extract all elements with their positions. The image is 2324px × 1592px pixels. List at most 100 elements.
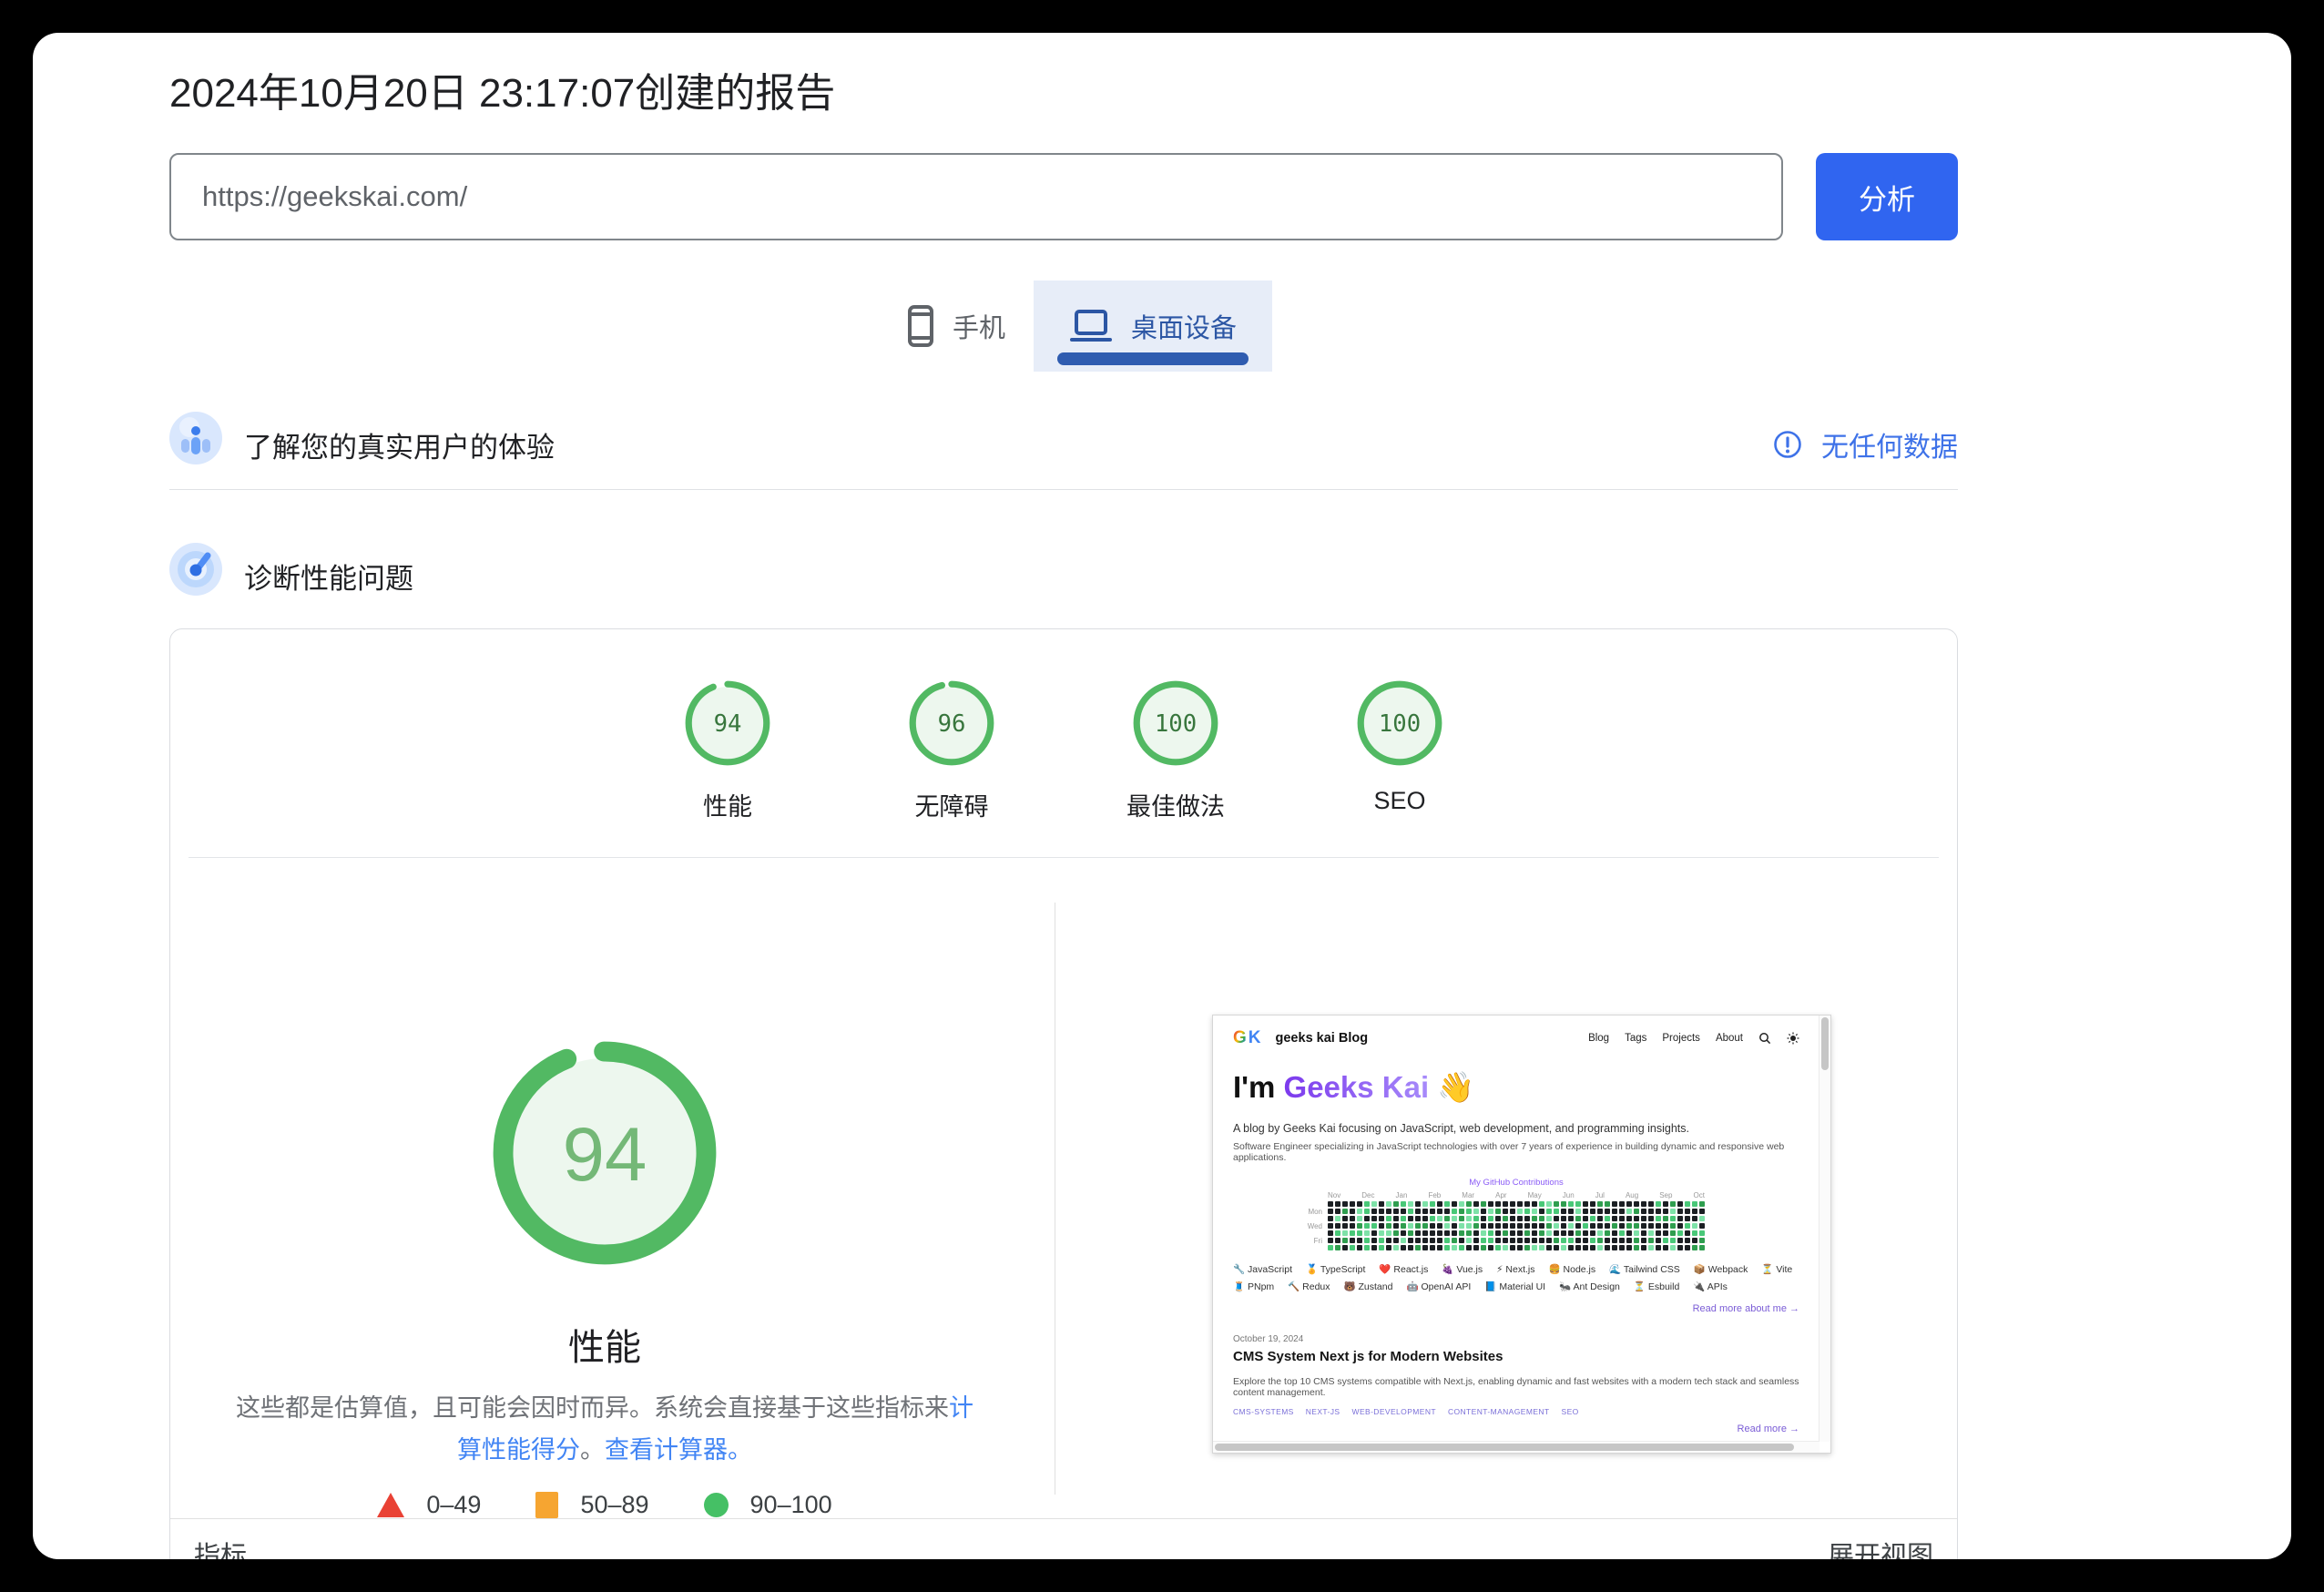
expand-view-button[interactable]: 展开视图 — [1828, 1535, 1933, 1559]
site-nav-item: Projects — [1662, 1033, 1700, 1044]
tech-badge: 🍇 Vue.js — [1442, 1264, 1483, 1275]
svg-text:100: 100 — [1155, 710, 1197, 738]
tech-badge: 🌊 Tailwind CSS — [1609, 1264, 1680, 1275]
hero-intro-1: A blog by Geeks Kai focusing on JavaScri… — [1233, 1122, 1689, 1135]
tech-badge: 🔨 Redux — [1288, 1281, 1330, 1292]
hero-intro-2: Software Engineer specializing in JavaSc… — [1233, 1141, 1785, 1163]
tech-badge: ❤️ React.js — [1379, 1264, 1429, 1275]
thumb-horizontal-scrollbar-thumb — [1215, 1444, 1794, 1451]
section-divider — [169, 489, 1958, 490]
read-more-link: Read more → — [1737, 1424, 1799, 1434]
tech-badge: 🔧 JavaScript — [1233, 1264, 1293, 1275]
legend-square-marker — [535, 1492, 559, 1518]
site-search-icon — [1759, 1033, 1771, 1045]
disclaimer-text: 这些都是估算值，且可能会因时而异。系统会直接基于这些指标来 — [236, 1394, 949, 1422]
site-theme-icon — [1787, 1032, 1799, 1045]
heatmap-day: Wed — [1307, 1222, 1322, 1230]
contributions-heatmap: Nov Dec Jan Feb Mar Apr May Jun Jul Aug Sep Oct Mon… — [1300, 1191, 1707, 1250]
calculator-link[interactable]: 查看计算器。 — [605, 1436, 752, 1464]
score-circle: 94 — [684, 679, 771, 767]
legend-range-label: 90–100 — [749, 1491, 832, 1518]
no-data-label: 无任何数据 — [1821, 433, 1958, 463]
tab-mobile-label: 手机 — [952, 314, 1005, 343]
heatmap-month: Aug — [1625, 1191, 1639, 1199]
tech-badges-row-2: 🧵 PNpm 🔨 Redux 🐻 Zustand 🤖 OpenAI API 📘 Mate… — [1233, 1281, 1799, 1292]
metrics-section-label: 指标 — [194, 1542, 248, 1559]
heatmap-month: Sep — [1659, 1191, 1673, 1199]
svg-text:96: 96 — [938, 710, 966, 738]
svg-text:94: 94 — [714, 710, 742, 738]
heatmap-month: Dec — [1361, 1191, 1375, 1199]
post-title: CMS System Next js for Modern Websites — [1233, 1349, 1503, 1364]
legend-circle-marker — [703, 1493, 729, 1517]
score-label: 最佳做法 — [1126, 793, 1225, 821]
legend-item-circle: 90–100 — [703, 1491, 832, 1519]
score-summary-row: 94 性能 96 无障碍 100 最佳做法 100 SEO — [170, 679, 1957, 822]
site-logo: GK — [1233, 1028, 1261, 1047]
real-users-icon — [169, 412, 222, 464]
tech-badge: ⏳ Esbuild — [1633, 1281, 1680, 1292]
section-title-real-users: 了解您的真实用户的体验 — [244, 432, 555, 464]
thumb-vertical-scrollbar — [1819, 1015, 1830, 1442]
post-tags: CMS-SYSTEMS NEXT-JS WEB-DEVELOPMENT CONTENT… — [1233, 1407, 1799, 1416]
info-icon — [1774, 431, 1801, 458]
heatmap-month: Jan — [1395, 1191, 1408, 1199]
thumbnail-content: GK geeks kai Blog Blog Tags Projects About … — [1213, 1015, 1830, 1450]
legend-range-label: 50–89 — [580, 1491, 649, 1518]
tech-badge: 🤖 OpenAI API — [1406, 1281, 1472, 1292]
tech-badge: 🍔 Node.js — [1548, 1264, 1596, 1275]
post-tag: CONTENT-MANAGEMENT — [1447, 1407, 1550, 1416]
url-input[interactable] — [169, 153, 1783, 240]
score-item-2[interactable]: 100 最佳做法 — [1126, 679, 1225, 822]
tab-mobile[interactable]: 手机 — [879, 281, 1034, 372]
score-item-3[interactable]: 100 SEO — [1356, 679, 1443, 822]
laptop-icon — [1069, 310, 1112, 342]
pagespeed-report-page: 2024年10月20日 23:17:07创建的报告 分析 手机 桌面设备 — [33, 33, 2291, 1559]
svg-text:100: 100 — [1379, 710, 1421, 738]
site-nav: Blog Tags Projects About — [1588, 1032, 1799, 1045]
score-circle: 96 — [908, 679, 995, 767]
heatmap-month: Jul — [1595, 1191, 1605, 1199]
tab-selected-indicator — [1057, 352, 1249, 365]
performance-gauge: 94 — [491, 1039, 719, 1267]
score-ring: 94 — [493, 1041, 717, 1265]
post-excerpt: Explore the top 10 CMS systems compatibl… — [1233, 1376, 1799, 1398]
lighthouse-report-card: 94 性能 96 无障碍 100 最佳做法 100 SEO 94 性能 这些都是… — [169, 628, 1958, 1559]
tab-desktop-label: 桌面设备 — [1130, 314, 1237, 343]
metrics-divider — [170, 1518, 1957, 1519]
card-divider — [189, 857, 1939, 858]
read-more-about-link: Read more about me → — [1692, 1303, 1799, 1314]
tech-badges-row-1: 🔧 JavaScript 🏅 TypeScript ❤️ React.js 🍇 Vue… — [1233, 1263, 1799, 1275]
heatmap-day: Mon — [1308, 1208, 1322, 1216]
heatmap-month: May — [1527, 1191, 1542, 1199]
heatmap-grid — [1328, 1201, 1705, 1250]
wave-emoji: 👋 — [1437, 1070, 1475, 1104]
tech-badge: ⚡ Next.js — [1496, 1264, 1535, 1275]
tech-badge: 📦 Webpack — [1693, 1264, 1748, 1275]
hero-heading: I'm Geeks Kai 👋 — [1233, 1070, 1475, 1104]
score-circle: 100 — [1356, 679, 1443, 767]
diagnose-gauge-icon — [169, 543, 222, 596]
score-ring: 96 — [909, 680, 994, 766]
thumb-horizontal-scrollbar — [1213, 1441, 1819, 1453]
site-nav-item: About — [1715, 1033, 1743, 1044]
post-date: October 19, 2024 — [1233, 1334, 1304, 1344]
post-tag: WEB-DEVELOPMENT — [1351, 1407, 1436, 1416]
performance-gauge-label: 性能 — [568, 1328, 641, 1368]
score-item-0[interactable]: 94 性能 — [684, 679, 771, 822]
score-label: 性能 — [703, 793, 752, 821]
contributions-title: My GitHub Contributions — [1469, 1178, 1564, 1188]
no-data-link[interactable]: 无任何数据 — [1772, 424, 1958, 464]
site-nav-item: Tags — [1625, 1033, 1647, 1044]
score-item-1[interactable]: 96 无障碍 — [908, 679, 995, 822]
tab-desktop[interactable]: 桌面设备 — [1034, 281, 1272, 372]
score-label: SEO — [1373, 787, 1426, 814]
score-label: 无障碍 — [914, 793, 989, 821]
device-tabs: 手机 桌面设备 — [879, 281, 1272, 372]
thumb-site-header: GK geeks kai Blog Blog Tags Projects About — [1233, 1028, 1799, 1048]
disclaimer-separator: 。 — [580, 1436, 605, 1464]
score-ring: 94 — [685, 680, 770, 766]
score-circle: 100 — [1132, 679, 1219, 767]
heatmap-day: Fri — [1313, 1237, 1322, 1245]
analyze-button[interactable]: 分析 — [1816, 153, 1958, 240]
